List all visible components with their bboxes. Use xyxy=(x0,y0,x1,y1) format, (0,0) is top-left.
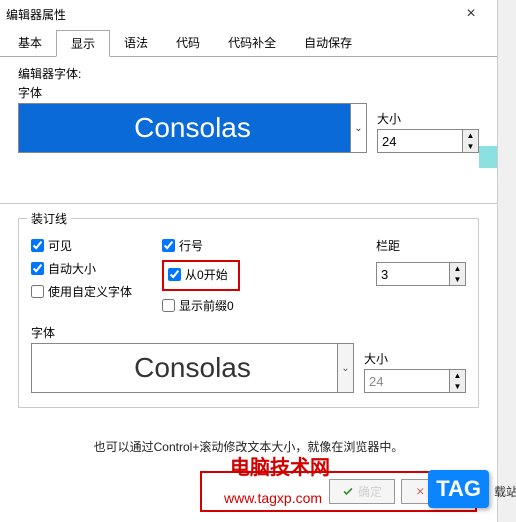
editor-font-value: Consolas xyxy=(134,112,251,144)
footer-note: 也可以通过Control+滚动修改文本大小，就像在浏览器中。 xyxy=(18,438,479,455)
gutter-size-input xyxy=(365,370,449,392)
gutter-size-label: 大小 xyxy=(364,350,466,367)
window-title: 编辑器属性 xyxy=(6,6,66,23)
editor-size-label: 大小 xyxy=(377,110,479,127)
editor-size-input[interactable] xyxy=(378,130,462,152)
tab-display[interactable]: 显示 xyxy=(56,30,110,57)
spin-down-icon[interactable]: ▼ xyxy=(463,141,478,152)
checkbox-custom-font[interactable]: 使用自定义字体 xyxy=(31,283,132,300)
tab-code[interactable]: 代码 xyxy=(162,30,214,56)
checkbox-autosize-input[interactable] xyxy=(31,262,44,275)
tab-autocomplete[interactable]: 代码补全 xyxy=(214,30,290,56)
decorative-strip xyxy=(479,146,497,168)
check-icon xyxy=(342,486,354,498)
gutter-size-spinner: ▲ ▼ xyxy=(364,369,466,393)
spin-up-icon: ▲ xyxy=(450,370,465,381)
checkbox-prefix-zero[interactable]: 显示前缀0 xyxy=(162,297,240,314)
checkbox-autosize[interactable]: 自动大小 xyxy=(31,260,132,277)
checkbox-linenum-input[interactable] xyxy=(162,239,175,252)
ok-button[interactable]: 确定 xyxy=(329,479,395,504)
gutter-group: 装订线 可见 自动大小 使用自定义字体 xyxy=(18,218,479,408)
column-spacing-input[interactable] xyxy=(377,263,449,285)
spin-down-icon[interactable]: ▼ xyxy=(450,274,465,285)
checkbox-from-zero-input[interactable] xyxy=(168,268,181,281)
gutter-font-dropdown[interactable]: Consolas ⌄ xyxy=(31,343,354,393)
checkbox-linenum[interactable]: 行号 xyxy=(162,237,240,254)
gutter-font-label: 字体 xyxy=(31,324,354,341)
gutter-options-left: 可见 自动大小 使用自定义字体 xyxy=(31,237,132,314)
gutter-options-right: 行号 从0开始 显示前缀0 xyxy=(162,237,240,314)
spin-down-icon: ▼ xyxy=(450,381,465,392)
editor-font-dropdown[interactable]: Consolas ⌄ xyxy=(18,103,367,153)
checkbox-from-zero[interactable]: 从0开始 xyxy=(168,266,228,283)
cancel-button[interactable]: 取消 xyxy=(401,479,467,504)
checkbox-visible-input[interactable] xyxy=(31,239,44,252)
x-icon xyxy=(414,486,426,498)
checkbox-prefix-zero-input[interactable] xyxy=(162,299,175,312)
checkbox-custom-font-input[interactable] xyxy=(31,285,44,298)
highlight-from-zero: 从0开始 xyxy=(162,260,240,291)
gutter-group-label: 装订线 xyxy=(27,210,71,227)
column-spacing-block: 栏距 ▲ ▼ xyxy=(376,237,466,314)
tab-basic[interactable]: 基本 xyxy=(4,30,56,56)
spin-up-icon[interactable]: ▲ xyxy=(450,263,465,274)
tab-syntax[interactable]: 语法 xyxy=(110,30,162,56)
editor-font-section-label: 编辑器字体: xyxy=(18,65,479,82)
close-icon[interactable]: × xyxy=(451,5,491,23)
gutter-font-value: Consolas xyxy=(134,352,251,384)
column-spacing-spinner[interactable]: ▲ ▼ xyxy=(376,262,466,286)
chevron-down-icon[interactable]: ⌄ xyxy=(337,344,353,392)
spin-up-icon[interactable]: ▲ xyxy=(463,130,478,141)
tab-autosave[interactable]: 自动保存 xyxy=(290,30,366,56)
editor-font-label: 字体 xyxy=(18,84,367,101)
button-bar: 确定 取消 xyxy=(200,471,477,512)
tab-bar: 基本 显示 语法 代码 代码补全 自动保存 xyxy=(0,30,497,57)
chevron-down-icon[interactable]: ⌄ xyxy=(350,104,366,152)
editor-size-spinner[interactable]: ▲ ▼ xyxy=(377,129,479,153)
divider xyxy=(0,203,497,204)
checkbox-visible[interactable]: 可见 xyxy=(31,237,132,254)
titlebar: 编辑器属性 × xyxy=(0,0,497,28)
column-spacing-label: 栏距 xyxy=(376,237,466,254)
